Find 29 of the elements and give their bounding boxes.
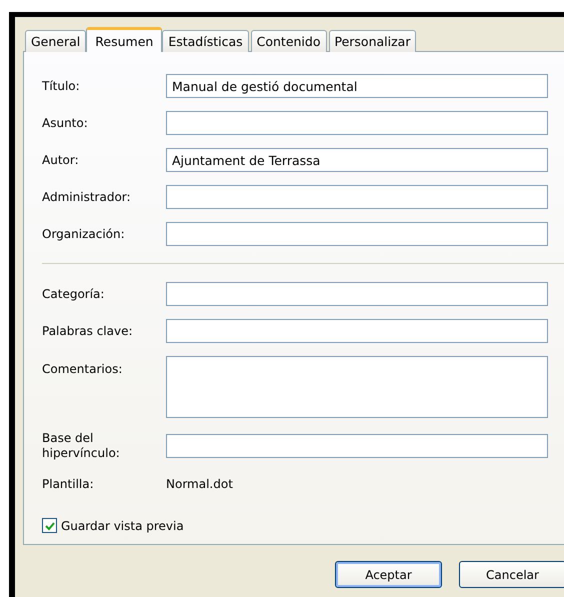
tab[interactable]: Personalizar xyxy=(328,30,416,52)
tab[interactable]: General xyxy=(25,30,86,52)
field-value: Normal.dot xyxy=(166,477,233,491)
field-label: Categoría: xyxy=(42,286,106,302)
text-area[interactable] xyxy=(166,356,548,418)
tab[interactable]: Estadísticas xyxy=(162,30,249,52)
tab[interactable]: Resumen xyxy=(86,27,162,52)
input-field[interactable] xyxy=(166,222,548,246)
input-field[interactable] xyxy=(166,185,548,209)
input-field[interactable]: Ajuntament de Terrassa xyxy=(166,148,548,172)
field-label: Administrador: xyxy=(42,190,132,204)
field-label: Autor: xyxy=(42,152,80,168)
field-label: Asunto: xyxy=(42,116,89,130)
field-label: Comentarios: xyxy=(42,361,124,377)
checkbox-label[interactable]: Guardar vista previa xyxy=(61,518,184,532)
checkbox[interactable] xyxy=(42,518,57,533)
field-label: Base del hipervínculo: xyxy=(42,431,121,461)
field-label: Título: xyxy=(42,78,81,94)
input-field[interactable] xyxy=(166,319,548,343)
input-field[interactable]: Manual de gestió documental xyxy=(166,74,548,98)
dialog-button[interactable]: Aceptar xyxy=(335,561,442,588)
input-field[interactable] xyxy=(166,111,548,135)
input-field[interactable] xyxy=(166,434,548,458)
tab[interactable]: Contenido xyxy=(250,30,326,52)
field-label: Palabras clave: xyxy=(42,324,134,338)
dialog-button[interactable]: Cancelar xyxy=(459,561,564,588)
input-field[interactable] xyxy=(166,282,548,306)
field-label: Organización: xyxy=(42,226,126,242)
field-label: Plantilla: xyxy=(42,476,95,492)
